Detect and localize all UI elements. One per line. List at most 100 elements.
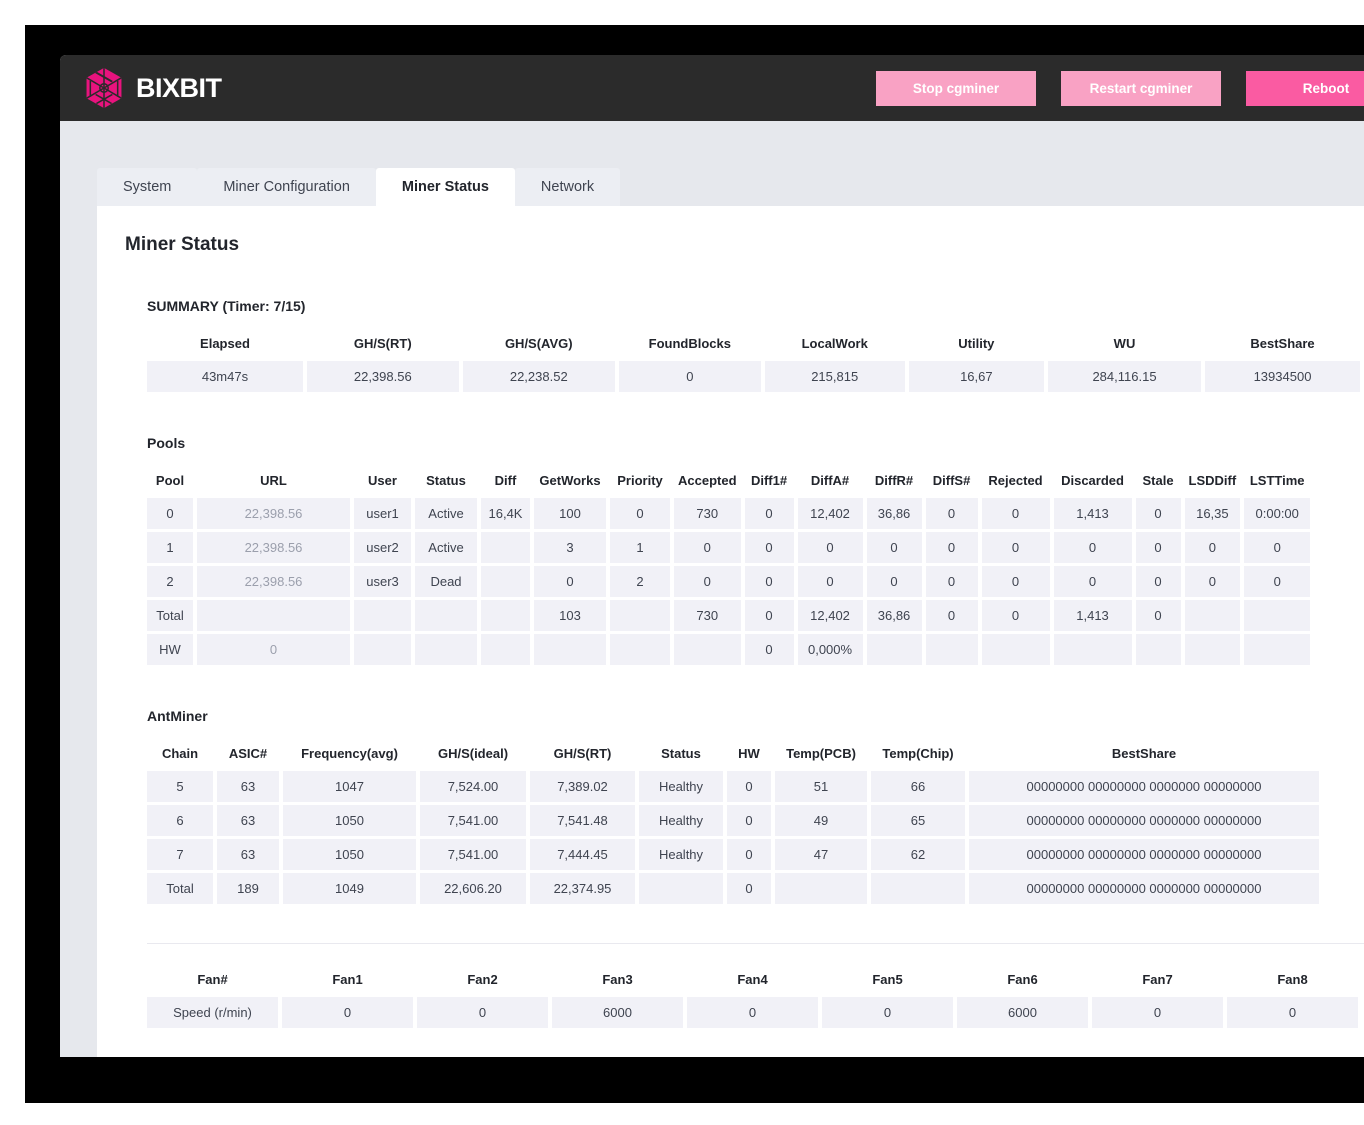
pools-cell: 16,4K [481,498,530,529]
pools-cell [866,634,922,665]
pools-label: Pools [147,435,186,451]
pools-cell [610,600,670,631]
pools-cell: 0 [197,634,350,665]
antminer-section: AntMiner Chain ASIC# Frequency(avg) GH/S(id… [147,708,1364,907]
pools-header: Diff1# [750,473,788,488]
antminer-label: AntMiner [147,708,208,724]
pools-cell: user3 [354,566,411,597]
tab-system[interactable]: System [97,168,198,206]
pools-header: Accepted [678,473,737,488]
fans-header: Fan1 [332,972,363,987]
summary-label: SUMMARY (Timer: 7/15) [147,298,306,314]
antminer-cell: 63 [217,839,279,870]
pools-cell: 0 [1184,532,1241,563]
pools-cell [1135,634,1181,665]
pools-header: URL [260,473,287,488]
pools-cell: 36,86 [866,600,922,631]
antminer-cell: 0 [727,839,771,870]
antminer-header: Temp(PCB) [786,746,856,761]
pools-cell [534,634,606,665]
antminer-header: ASIC# [228,746,268,761]
antminer-cell: 0 [727,873,771,904]
tab-network[interactable]: Network [514,168,621,206]
pools-cell [674,634,741,665]
antminer-cell [871,873,965,904]
table-row: 1 22,398.56 user2 Active 310000000000 [147,532,1311,563]
pools-header-row: Pool URL User Status Diff GetWorks Priority Acc… [147,466,1310,495]
antminer-cell: 47 [775,839,867,870]
pools-header: Diff [494,473,517,488]
antminer-cell: 189 [217,873,279,904]
antminer-header-row: Chain ASIC# Frequency(avg) GH/S(ideal) GH/S(… [147,739,1319,768]
fans-cell: 0 [417,997,548,1028]
stop-cgminer-button[interactable]: Stop cgminer [876,70,1036,106]
fans-section: Fan# Fan1 Fan2 Fan3 Fan4 Fan5 Fan6 Fan7 Fan8 Spee… [147,943,1364,1031]
antminer-header: BestShare [1111,746,1177,761]
antminer-header: Temp(Chip) [882,746,954,761]
antminer-cell: 7,541.00 [420,805,526,836]
antminer-cell: 7,524.00 [420,771,526,802]
antminer-cell: Total [147,873,213,904]
fans-cell: 0 [1227,997,1358,1028]
summary-header: WU [1113,336,1136,351]
pools-cell: 0 [981,532,1050,563]
pools-cell: 0 [1184,566,1241,597]
antminer-cell: 00000000 00000000 0000000 00000000 [969,805,1319,836]
antminer-cell: 5 [147,771,213,802]
antminer-cell [639,873,723,904]
pools-header: Pool [155,473,185,488]
fans-cell: 6000 [552,997,683,1028]
fans-cell: 0 [822,997,953,1028]
pools-cell: 0 [925,532,978,563]
tab-miner-configuration[interactable]: Miner Configuration [197,168,376,206]
tab-miner-status[interactable]: Miner Status [375,168,515,206]
pools-cell [1184,634,1241,665]
pools-cell: 3 [534,532,606,563]
pools-cell [1184,600,1241,631]
summary-header: Elapsed [200,336,250,351]
summary-value: 13934500 [1205,361,1360,392]
summary-value: 43m47s [147,361,303,392]
fans-header: Fan# [197,972,228,987]
antminer-cell: 7 [147,839,213,870]
pools-cell [354,634,411,665]
pools-cell: 0 [1053,566,1132,597]
topbar-actions: Stop cgminer Restart cgminer Reboot [876,70,1364,106]
hexagon-aperture-icon [86,67,122,109]
summary-value: 215,815 [764,361,905,392]
pools-cell [1244,634,1311,665]
restart-cgminer-button[interactable]: Restart cgminer [1061,70,1221,106]
pools-cell: 0 [147,498,193,529]
antminer-cell: 66 [871,771,965,802]
browser-viewport: BIXBIT Stop cgminer Restart cgminer Rebo… [60,55,1364,1057]
fans-header: Fan4 [737,972,768,987]
page-title: Miner Status [125,234,240,255]
pools-cell [481,634,530,665]
top-navbar: BIXBIT Stop cgminer Restart cgminer Rebo… [60,55,1364,121]
antminer-cell: 1049 [283,873,416,904]
fans-cell: 6000 [957,997,1088,1028]
reboot-button[interactable]: Reboot [1246,70,1364,106]
pools-cell [481,566,530,597]
summary-value: 22,398.56 [306,361,459,392]
antminer-cell: 0 [727,805,771,836]
fans-header: Fan3 [602,972,633,987]
pools-cell: Total [147,600,193,631]
pools-cell: 0 [925,566,978,597]
pools-cell: 730 [674,600,741,631]
brand[interactable]: BIXBIT [85,67,222,109]
pools-header: Status [426,473,466,488]
pools-cell: Active [415,532,477,563]
pools-cell: 730 [674,498,741,529]
pools-cell: 0 [1135,532,1181,563]
pools-cell: HW [147,634,193,665]
fans-header: Fan7 [1142,972,1173,987]
pools-section: Pools Pool URL User Status Diff GetWorks Prior… [147,435,1364,668]
antminer-header: Status [661,746,701,761]
pools-cell: 0 [1244,532,1311,563]
pools-cell: 103 [534,600,606,631]
fans-cell: 0 [687,997,818,1028]
antminer-header: GH/S(ideal) [437,746,509,761]
fans-header: Fan5 [872,972,903,987]
pools-cell: 0 [1135,600,1181,631]
